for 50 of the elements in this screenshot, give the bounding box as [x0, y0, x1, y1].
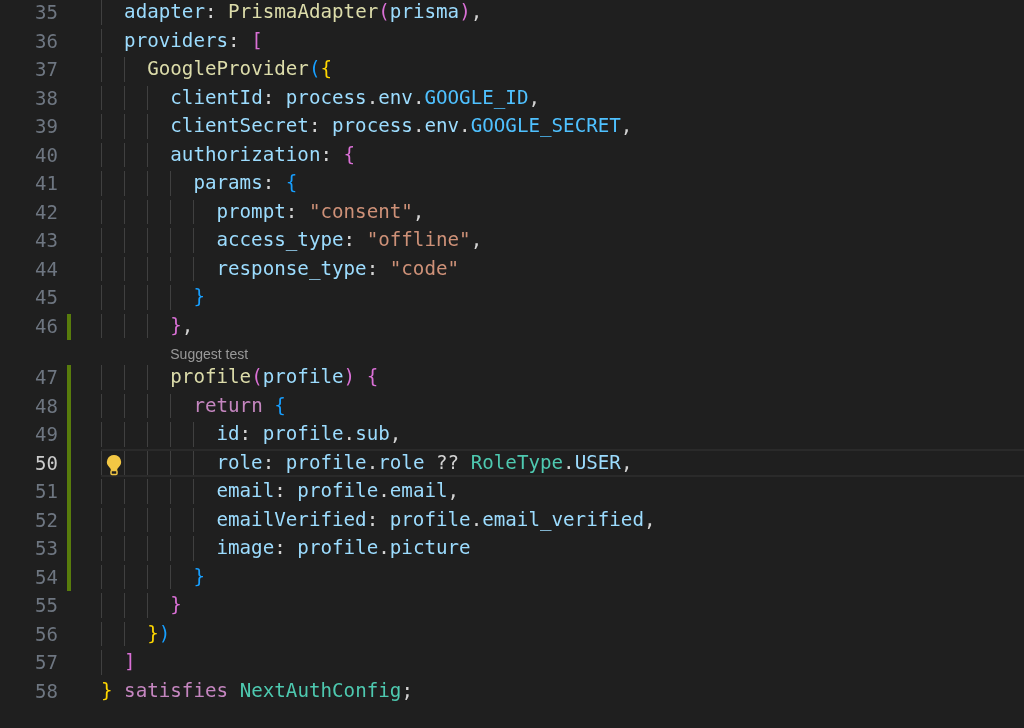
code-line: GoogleProvider({ [147, 57, 333, 82]
code-line: id: profile.sub, [216, 422, 402, 447]
code-line: ] [124, 650, 136, 675]
code-line: clientId: process.env.GOOGLE_ID, [170, 85, 540, 110]
line-number: 49 [34, 422, 58, 447]
line-number: 48 [34, 393, 58, 419]
code-line: providers: [ [124, 28, 263, 53]
code-line: role: profile.role ?? RoleType.USER, [216, 450, 633, 475]
code-line: response_type: "code" [216, 256, 460, 281]
line-number: 53 [34, 536, 58, 561]
line-number: 56 [34, 621, 58, 647]
line-number: 55 [34, 593, 58, 618]
code-line: emailVerified: profile.email_verified, [216, 507, 656, 532]
line-number: 58 [34, 678, 58, 704]
code-line: clientSecret: process.env.GOOGLE_SECRET, [170, 114, 633, 139]
code-line: }) [147, 621, 171, 646]
code-line: adapter: PrismaAdapter(prisma), [124, 0, 483, 25]
code-line: email: profile.email, [216, 479, 460, 504]
code-line: image: profile.picture [216, 536, 471, 561]
code-line: authorization: { [170, 142, 356, 167]
line-number: 57 [34, 650, 58, 675]
lightbulb-icon[interactable] [105, 453, 123, 476]
code-line: return { [193, 393, 286, 418]
line-number: 39 [34, 114, 58, 139]
line-number: 37 [34, 57, 58, 82]
code-line: prompt: "consent", [216, 199, 425, 224]
line-number: 41 [34, 171, 58, 196]
line-number: 51 [34, 479, 58, 504]
line-number: 42 [34, 199, 58, 225]
code-line: profile(profile) { [170, 365, 379, 390]
code-line: } [193, 564, 205, 589]
line-number: 46 [34, 313, 58, 339]
line-number: 52 [34, 507, 58, 533]
line-number: 38 [34, 85, 58, 111]
line-number: 40 [34, 142, 58, 168]
code-line: access_type: "offline", [216, 228, 483, 253]
code-line: } [170, 593, 182, 618]
suggest-test-link[interactable]: Suggest test [170, 345, 249, 362]
code-line: params: { [193, 171, 298, 196]
line-number: 50 [34, 450, 58, 476]
line-number: 36 [34, 28, 58, 54]
line-number: 45 [34, 285, 58, 310]
line-number: 54 [34, 564, 58, 590]
line-number: 43 [34, 228, 58, 253]
line-number: 47 [34, 365, 58, 390]
code-line: } satisfies NextAuthConfig; [101, 678, 413, 703]
code-line: }, [170, 313, 194, 338]
code-line: } [193, 285, 205, 310]
line-number: 35 [34, 0, 58, 25]
line-number: 44 [34, 256, 58, 282]
